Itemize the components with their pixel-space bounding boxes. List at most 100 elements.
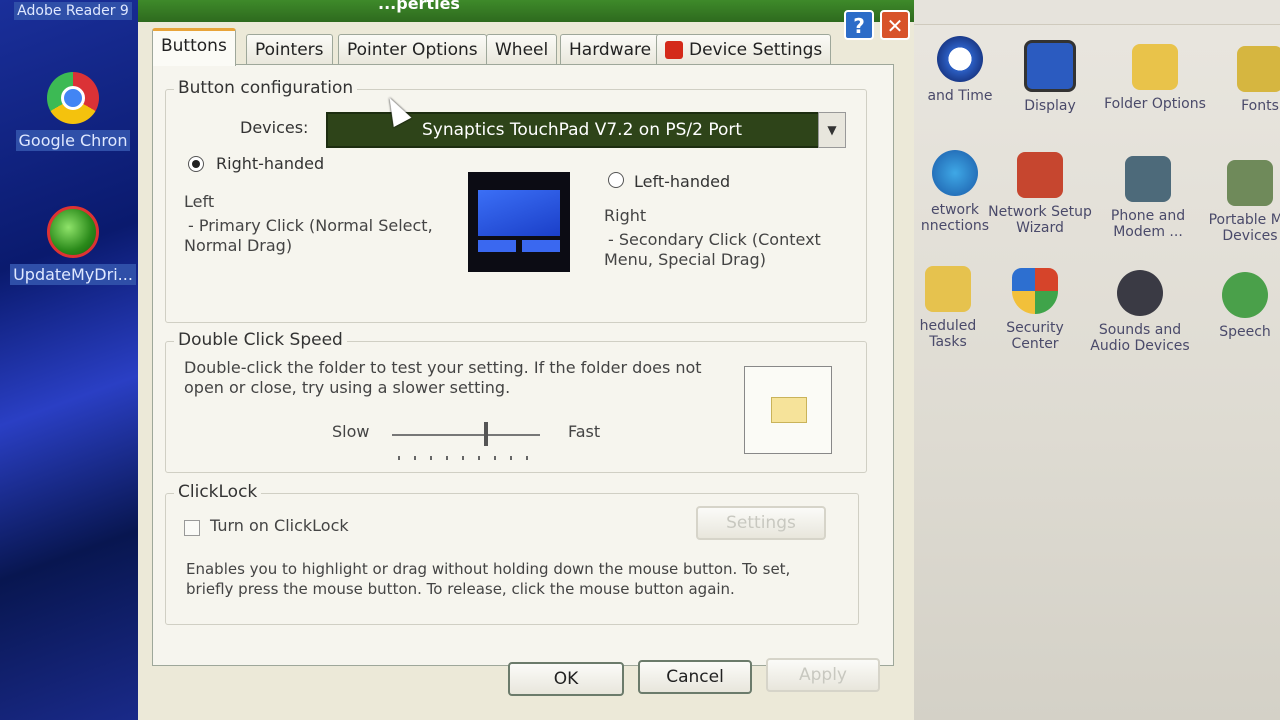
tab-label: Device Settings bbox=[689, 40, 823, 60]
control-panel-toolbar bbox=[905, 0, 1280, 25]
left-handed-radio[interactable] bbox=[608, 172, 624, 188]
cp-item-speech[interactable]: Speech bbox=[1190, 272, 1280, 340]
clicklock-settings-button[interactable]: Settings bbox=[696, 506, 826, 540]
ok-button[interactable]: OK bbox=[508, 662, 624, 696]
double-click-speed-slider[interactable] bbox=[392, 434, 540, 436]
portable-media-icon bbox=[1227, 160, 1273, 206]
dialog-titlebar: ...perties bbox=[138, 0, 914, 22]
touchpad-left-button bbox=[478, 240, 516, 252]
desktop-icon-label: Adobe Reader 9 bbox=[14, 2, 132, 20]
desktop-background: Adobe Reader 9 Google Chron UpdateMyDri.… bbox=[0, 0, 150, 720]
control-panel-window: and Time Display Folder Options Fonts et… bbox=[905, 0, 1280, 720]
double-click-speed-group: Double Click Speed Double-click the fold… bbox=[165, 330, 867, 473]
clicklock-checkbox-label[interactable]: Turn on ClickLock bbox=[210, 516, 349, 535]
clicklock-desc-2: briefly press the mouse button. To relea… bbox=[186, 580, 735, 598]
left-handed-label[interactable]: Left-handed bbox=[634, 172, 730, 191]
display-icon bbox=[1024, 40, 1076, 92]
clicklock-checkbox[interactable] bbox=[184, 520, 200, 536]
scheduled-tasks-icon bbox=[925, 266, 971, 312]
cp-item-label: Speech bbox=[1219, 324, 1271, 340]
desktop-icon-label: UpdateMyDri... bbox=[10, 264, 136, 285]
speech-icon bbox=[1222, 272, 1268, 318]
slider-tick bbox=[494, 456, 496, 460]
left-title: Left bbox=[184, 192, 215, 211]
devices-value: Synaptics TouchPad V7.2 on PS/2 Port bbox=[422, 120, 743, 140]
desktop-icon-adobe-reader[interactable]: Adobe Reader 9 bbox=[8, 0, 138, 20]
slider-tick bbox=[510, 456, 512, 460]
cp-item-label: etwork nnections bbox=[920, 202, 990, 234]
synaptics-icon bbox=[665, 41, 683, 59]
clock-icon bbox=[937, 36, 983, 82]
slider-tick bbox=[446, 456, 448, 460]
folder-icon[interactable] bbox=[771, 397, 807, 423]
clicklock-group: ClickLock Turn on ClickLock Settings Ena… bbox=[165, 482, 859, 625]
network-icon bbox=[932, 150, 978, 196]
cancel-button[interactable]: Cancel bbox=[638, 660, 752, 694]
tab-wheel[interactable]: Wheel bbox=[486, 34, 558, 64]
tab-pointer-options[interactable]: Pointer Options bbox=[338, 34, 487, 64]
group-title: Double Click Speed bbox=[174, 330, 347, 350]
right-handed-label[interactable]: Right-handed bbox=[216, 154, 324, 173]
group-title: ClickLock bbox=[174, 482, 262, 502]
right-desc: - Secondary Click (Context bbox=[608, 230, 821, 249]
cp-item-display[interactable]: Display bbox=[995, 40, 1105, 114]
test-folder-box[interactable] bbox=[744, 366, 832, 454]
cp-item-label: Phone and Modem ... bbox=[1110, 208, 1186, 240]
update-icon bbox=[47, 206, 99, 258]
cp-item-sounds-audio[interactable]: Sounds and Audio Devices bbox=[1085, 270, 1195, 354]
touchpad-surface bbox=[478, 190, 560, 236]
cp-item-label: Fonts bbox=[1241, 98, 1279, 114]
slow-label: Slow bbox=[332, 422, 370, 441]
slider-tick bbox=[430, 456, 432, 460]
clicklock-desc: Enables you to highlight or drag without… bbox=[186, 560, 791, 578]
slider-tick bbox=[398, 456, 400, 460]
chrome-icon bbox=[47, 72, 99, 124]
cp-item-phone-modem[interactable]: Phone and Modem ... bbox=[1093, 156, 1203, 240]
double-click-desc: Double-click the folder to test your set… bbox=[184, 358, 702, 377]
chevron-down-icon[interactable]: ▼ bbox=[818, 112, 846, 148]
desktop-icon-updatemydrivers[interactable]: UpdateMyDri... bbox=[8, 206, 138, 285]
right-title: Right bbox=[604, 206, 647, 225]
tab-buttons[interactable]: Buttons bbox=[152, 28, 236, 66]
slider-tick bbox=[526, 456, 528, 460]
tab-panel-buttons: Button configuration Devices: Synaptics … bbox=[152, 64, 894, 666]
apply-button[interactable]: Apply bbox=[766, 658, 880, 692]
slider-thumb[interactable] bbox=[484, 422, 488, 446]
touchpad-right-button bbox=[522, 240, 560, 252]
fast-label: Fast bbox=[568, 422, 601, 441]
cp-item-label: Sounds and Audio Devices bbox=[1090, 322, 1190, 354]
cp-item-label: Folder Options bbox=[1104, 96, 1206, 112]
shield-icon bbox=[1012, 268, 1058, 314]
cp-item-label: Portable Me Devices bbox=[1208, 212, 1280, 244]
touchpad-image bbox=[468, 172, 570, 272]
desktop-icon-label: Google Chron bbox=[15, 130, 131, 151]
left-desc-2: Normal Drag) bbox=[184, 236, 293, 255]
cp-item-label: Display bbox=[1024, 98, 1076, 114]
right-handed-radio[interactable] bbox=[188, 156, 204, 172]
fonts-icon bbox=[1237, 46, 1280, 92]
tab-device-settings[interactable]: Device Settings bbox=[656, 34, 832, 64]
tab-hardware[interactable]: Hardware bbox=[560, 34, 661, 64]
close-button[interactable]: ✕ bbox=[880, 10, 910, 40]
button-configuration-group: Button configuration Devices: Synaptics … bbox=[165, 78, 867, 323]
desktop-icon-google-chrome[interactable]: Google Chron bbox=[8, 72, 138, 151]
folder-options-icon bbox=[1132, 44, 1178, 90]
cp-item-fonts[interactable]: Fonts bbox=[1205, 46, 1280, 114]
left-desc: - Primary Click (Normal Select, bbox=[188, 216, 433, 235]
phone-icon bbox=[1125, 156, 1171, 202]
cp-item-label: Network Setup Wizard bbox=[988, 204, 1092, 236]
slider-tick bbox=[478, 456, 480, 460]
cp-item-network-setup-wizard[interactable]: Network Setup Wizard bbox=[985, 152, 1095, 236]
cp-item-security-center[interactable]: Security Center bbox=[980, 268, 1090, 352]
tab-pointers[interactable]: Pointers bbox=[246, 34, 333, 64]
dialog-title: ...perties bbox=[378, 0, 460, 13]
help-button[interactable]: ? bbox=[844, 10, 874, 40]
mouse-properties-dialog: ...perties ? ✕ Buttons Pointers Pointer … bbox=[138, 0, 914, 720]
home-network-icon bbox=[1017, 152, 1063, 198]
slider-tick bbox=[462, 456, 464, 460]
cp-item-portable-media[interactable]: Portable Me Devices bbox=[1195, 160, 1280, 244]
devices-label: Devices: bbox=[240, 118, 309, 137]
speaker-icon bbox=[1117, 270, 1163, 316]
cp-item-folder-options[interactable]: Folder Options bbox=[1100, 44, 1210, 112]
cp-item-label: and Time bbox=[927, 88, 993, 104]
